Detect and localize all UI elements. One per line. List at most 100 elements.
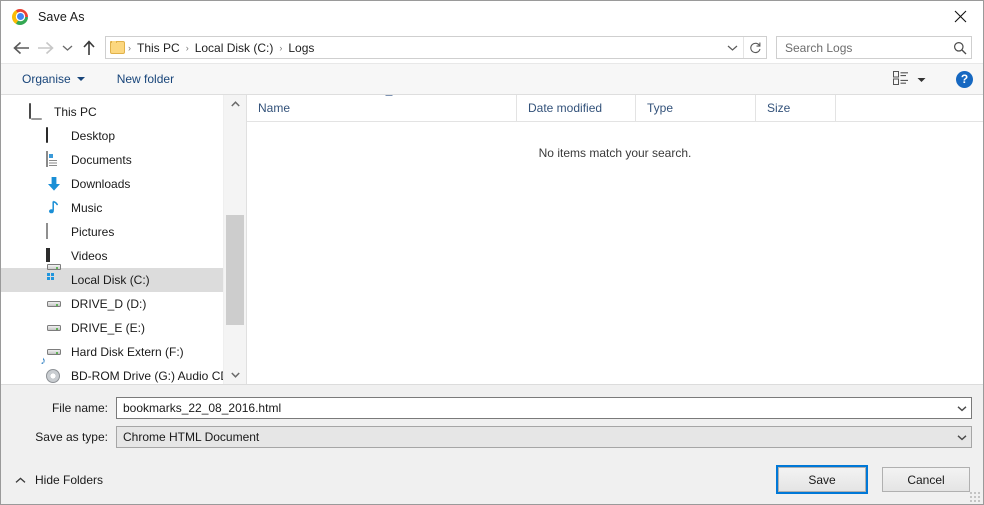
sidebar-item-label: This PC [54,105,97,119]
drive-icon [46,296,62,312]
chevron-down-icon[interactable] [952,398,971,418]
sidebar-item-this-pc[interactable]: This PC [1,100,224,124]
videos-icon [46,248,62,264]
sidebar-item-drive-d[interactable]: DRIVE_D (D:) [1,292,224,316]
address-bar[interactable]: › This PC › Local Disk (C:) › Logs [105,36,767,59]
music-icon [46,200,62,216]
command-bar: Organise New folder ? [1,63,983,95]
title-bar: Save As [1,1,983,32]
save-as-type-row: Save as type: Chrome HTML Document [1,426,983,448]
downloads-icon [46,176,62,192]
navigation-bar: › This PC › Local Disk (C:) › Logs [1,32,983,63]
computer-icon [29,103,45,120]
change-view-button[interactable] [889,69,930,90]
documents-icon [46,151,62,168]
sidebar-item-bd-rom-drive-g[interactable]: ♪ BD-ROM Drive (G:) Audio CD [1,356,224,384]
resize-grip[interactable] [968,490,980,502]
chevron-up-icon [15,473,26,487]
file-name-input[interactable] [117,401,952,415]
sidebar-item-videos[interactable]: Videos [1,244,224,268]
desktop-icon [46,127,62,144]
sort-ascending-icon [385,95,393,96]
breadcrumb-item-this-pc[interactable]: This PC [132,41,185,55]
sidebar-item-pictures[interactable]: Pictures [1,220,224,244]
help-button[interactable]: ? [956,70,973,88]
list-view-icon [893,70,909,88]
sidebar-item-label: Downloads [71,177,131,191]
action-bar: Hide Folders Save Cancel [1,455,983,504]
drive-icon [46,320,62,336]
search-input[interactable] [777,40,949,55]
navigation-pane: This PC Desktop Documents Downloads Musi… [1,95,247,384]
chrome-logo-icon [12,8,28,25]
chevron-down-icon [917,72,926,86]
file-list-empty-state: No items match your search. [247,122,983,384]
save-as-type-label: Save as type: [35,430,108,444]
column-header-size[interactable]: Size [756,95,836,121]
sidebar-item-label: Pictures [71,225,115,239]
file-name-label: File name: [51,401,108,415]
breadcrumb-item-logs[interactable]: Logs [283,41,319,55]
column-header-name[interactable]: Name [247,95,517,121]
save-as-type-combobox[interactable]: Chrome HTML Document [116,426,972,448]
chevron-down-icon[interactable] [224,366,246,384]
empty-message: No items match your search. [538,146,692,160]
save-as-dialog: Save As › This PC › Local Disk (C:) › Lo… [0,0,984,505]
sidebar-item-label: Videos [71,249,108,263]
chevron-down-icon[interactable] [952,427,971,447]
file-name-row: File name: [1,397,983,419]
column-headers: Name Date modified Type Size [247,95,983,122]
sidebar-item-local-disk-c[interactable]: Local Disk (C:) [1,264,224,292]
new-folder-label: New folder [116,72,175,86]
chevron-up-icon[interactable] [224,95,246,113]
refresh-icon[interactable] [743,37,766,58]
save-button[interactable]: Save [776,465,868,494]
scrollbar-thumb[interactable] [226,215,244,325]
recent-locations-button[interactable] [57,36,77,60]
sidebar-item-hard-disk-extern-f[interactable]: Hard Disk Extern (F:) [1,340,224,364]
sidebar-item-label: DRIVE_E (E:) [71,321,146,335]
navigation-tree: This PC Desktop Documents Downloads Musi… [1,95,224,384]
window-title: Save As [38,9,85,24]
hide-folders-label: Hide Folders [35,472,104,487]
sidebar-item-label: Documents [71,153,132,167]
file-name-combobox[interactable] [116,397,972,419]
search-icon[interactable] [949,37,971,58]
column-header-label: Name [258,101,291,115]
up-one-level-button[interactable] [77,36,101,60]
new-folder-button[interactable]: New folder [112,69,179,89]
bd-rom-icon: ♪ [41,356,62,384]
save-form: File name: Save as type: Chrome HTML Doc… [1,384,983,455]
local-disk-icon [46,264,62,288]
sidebar-item-label: Desktop [71,129,116,143]
sidebar-item-music[interactable]: Music [1,196,224,220]
sidebar-item-label: BD-ROM Drive (G:) Audio CD [71,369,224,383]
sidebar-item-label: Hard Disk Extern (F:) [71,345,184,359]
folder-icon [110,40,125,54]
organise-label: Organise [22,72,71,86]
sidebar-item-desktop[interactable]: Desktop [1,124,224,148]
column-header-date-modified[interactable]: Date modified [517,95,636,121]
column-header-type[interactable]: Type [636,95,756,121]
sidebar-item-documents[interactable]: Documents [1,148,224,172]
breadcrumb: › This PC › Local Disk (C:) › Logs [106,40,721,55]
file-list-pane: Name Date modified Type Size No items ma… [247,95,983,384]
search-box[interactable] [776,36,972,59]
chevron-down-icon [76,77,85,81]
sidebar-item-drive-e[interactable]: DRIVE_E (E:) [1,316,224,340]
sidebar-item-label: Music [71,201,103,215]
chevron-down-icon[interactable] [721,37,743,58]
breadcrumb-item-local-disk[interactable]: Local Disk (C:) [190,41,279,55]
hide-folders-button[interactable]: Hide Folders [13,469,105,491]
organise-button[interactable]: Organise [17,69,90,89]
drive-icon [46,344,62,360]
dialog-body: This PC Desktop Documents Downloads Musi… [1,95,983,384]
sidebar-item-label: Local Disk (C:) [71,273,150,287]
sidebar-item-downloads[interactable]: Downloads [1,172,224,196]
forward-button[interactable] [33,36,57,60]
back-button[interactable] [9,36,33,60]
save-as-type-value: Chrome HTML Document [123,430,260,444]
cancel-button[interactable]: Cancel [882,467,970,492]
close-icon[interactable] [937,1,983,31]
navigation-pane-scrollbar[interactable] [223,95,246,384]
